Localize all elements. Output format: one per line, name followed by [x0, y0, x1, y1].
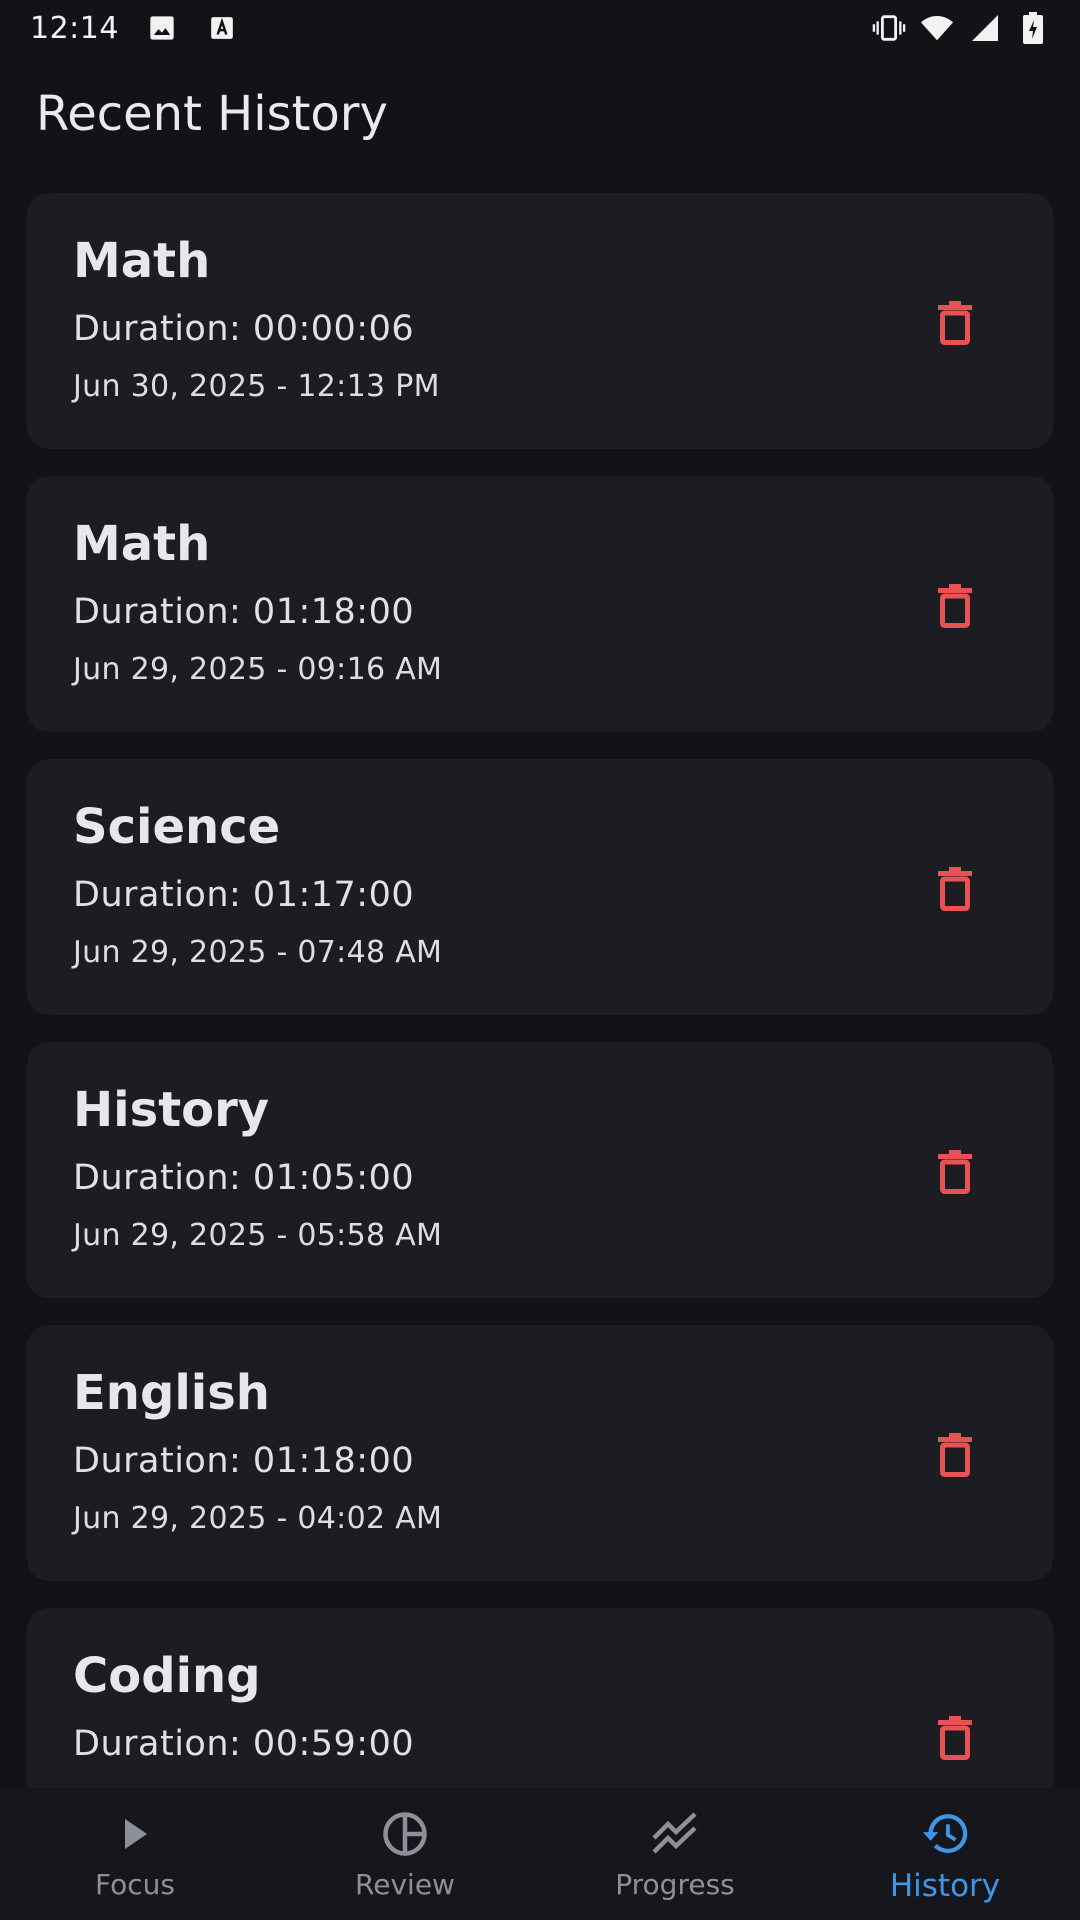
- history-card[interactable]: Science Duration: 01:17:00 Jun 29, 2025 …: [27, 759, 1053, 1015]
- signal-icon: [968, 11, 1002, 45]
- history-card[interactable]: Math Duration: 00:00:06 Jun 30, 2025 - 1…: [27, 193, 1053, 449]
- delete-button[interactable]: [927, 1710, 983, 1766]
- play-icon: [111, 1810, 159, 1858]
- page-title: Recent History: [36, 86, 388, 142]
- session-date: Jun 29, 2025 - 07:48 AM: [73, 935, 443, 970]
- delete-button[interactable]: [927, 1144, 983, 1200]
- session-duration: Duration: 00:00:06: [73, 309, 415, 349]
- session-subject: Math: [73, 233, 211, 289]
- delete-button[interactable]: [927, 861, 983, 917]
- session-subject: Science: [73, 799, 281, 855]
- nav-label: History: [889, 1868, 1001, 1904]
- trash-icon: [938, 584, 972, 628]
- session-duration: Duration: 00:59:00: [73, 1724, 415, 1764]
- delete-button[interactable]: [927, 1427, 983, 1483]
- session-subject: Math: [73, 516, 211, 572]
- status-right: [872, 11, 1050, 45]
- trash-icon: [938, 1433, 972, 1477]
- wifi-icon: [920, 11, 954, 45]
- session-duration: Duration: 01:05:00: [73, 1158, 415, 1198]
- status-left: 12:14: [30, 11, 239, 46]
- nav-item-focus[interactable]: Focus: [0, 1788, 270, 1920]
- session-duration: Duration: 01:18:00: [73, 1441, 415, 1481]
- history-card[interactable]: Coding Duration: 00:59:00: [27, 1608, 1053, 1788]
- bottom-nav: Focus Review Progress History: [0, 1788, 1080, 1920]
- nav-label: Focus: [95, 1868, 175, 1901]
- image-icon: [145, 11, 179, 45]
- status-time: 12:14: [30, 10, 119, 46]
- trash-icon: [938, 1150, 972, 1194]
- session-subject: English: [73, 1365, 270, 1421]
- session-date: Jun 29, 2025 - 04:02 AM: [73, 1501, 443, 1536]
- nav-item-history[interactable]: History: [810, 1788, 1080, 1920]
- nav-item-review[interactable]: Review: [270, 1788, 540, 1920]
- history-card[interactable]: English Duration: 01:18:00 Jun 29, 2025 …: [27, 1325, 1053, 1581]
- session-subject: Coding: [73, 1648, 261, 1704]
- history-list[interactable]: Math Duration: 00:00:06 Jun 30, 2025 - 1…: [27, 193, 1053, 1788]
- history-card[interactable]: Math Duration: 01:18:00 Jun 29, 2025 - 0…: [27, 476, 1053, 732]
- vibrate-icon: [872, 11, 906, 45]
- trash-icon: [938, 1716, 972, 1760]
- trending-icon: [651, 1810, 699, 1858]
- nav-label: Progress: [615, 1868, 735, 1901]
- trash-icon: [938, 301, 972, 345]
- session-subject: History: [73, 1082, 270, 1138]
- session-date: Jun 30, 2025 - 12:13 PM: [73, 369, 440, 404]
- session-duration: Duration: 01:17:00: [73, 875, 415, 915]
- delete-button[interactable]: [927, 578, 983, 634]
- nav-label: Review: [355, 1868, 455, 1901]
- session-duration: Duration: 01:18:00: [73, 592, 415, 632]
- session-date: Jun 29, 2025 - 05:58 AM: [73, 1218, 443, 1253]
- text-a-icon: [205, 11, 239, 45]
- session-date: Jun 29, 2025 - 09:16 AM: [73, 652, 443, 687]
- delete-button[interactable]: [927, 295, 983, 351]
- pie-chart-icon: [381, 1810, 429, 1858]
- battery-charging-icon: [1016, 11, 1050, 45]
- history-icon: [921, 1810, 969, 1858]
- history-card[interactable]: History Duration: 01:05:00 Jun 29, 2025 …: [27, 1042, 1053, 1298]
- nav-item-progress[interactable]: Progress: [540, 1788, 810, 1920]
- trash-icon: [938, 867, 972, 911]
- status-bar: 12:14: [0, 0, 1080, 56]
